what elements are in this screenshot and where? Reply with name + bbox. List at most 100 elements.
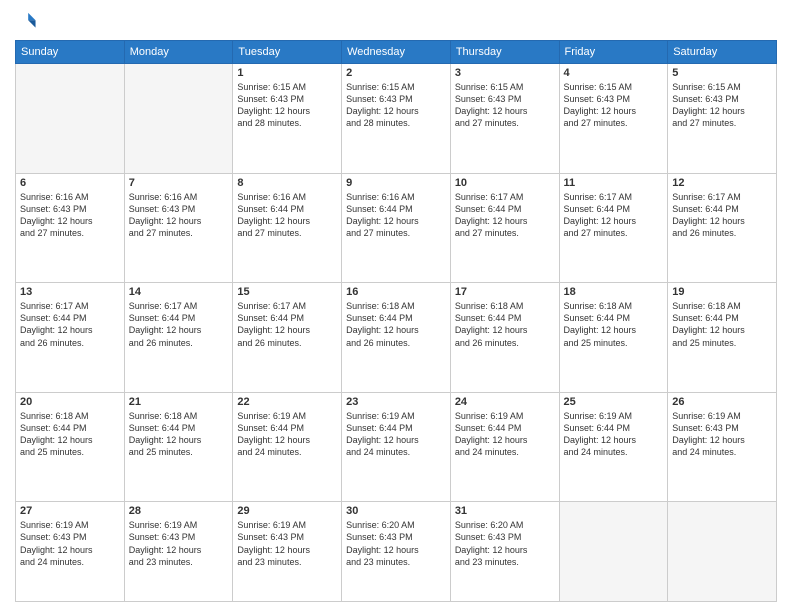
day-info: Sunrise: 6:18 AM Sunset: 6:44 PM Dayligh… bbox=[455, 300, 555, 349]
day-info: Sunrise: 6:18 AM Sunset: 6:44 PM Dayligh… bbox=[129, 410, 229, 459]
day-number: 29 bbox=[237, 505, 337, 517]
day-number: 14 bbox=[129, 286, 229, 298]
calendar-cell: 25 Sunrise: 6:19 AM Sunset: 6:44 PM Dayli… bbox=[559, 392, 668, 502]
day-info: Sunrise: 6:15 AM Sunset: 6:43 PM Dayligh… bbox=[455, 81, 555, 130]
day-info: Sunrise: 6:17 AM Sunset: 6:44 PM Dayligh… bbox=[455, 191, 555, 240]
weekday-header-tuesday: Tuesday bbox=[233, 41, 342, 64]
day-number: 1 bbox=[237, 67, 337, 79]
calendar-cell: 20Sunrise: 6:18 AM Sunset: 6:44 PM Dayli… bbox=[16, 392, 125, 502]
day-number: 12 bbox=[672, 177, 772, 189]
calendar-cell: 9Sunrise: 6:16 AM Sunset: 6:44 PM Daylig… bbox=[342, 173, 451, 283]
day-info: Sunrise: 6:15 AM Sunset: 6:43 PM Dayligh… bbox=[564, 81, 664, 130]
calendar-week-4: 20Sunrise: 6:18 AM Sunset: 6:44 PM Dayli… bbox=[16, 392, 777, 502]
logo bbox=[15, 10, 39, 32]
calendar-cell: 29 Sunrise: 6:19 AM Sunset: 6:43 PM Dayli… bbox=[233, 502, 342, 602]
day-number: 7 bbox=[129, 177, 229, 189]
day-number: 22 bbox=[237, 396, 337, 408]
day-info: Sunrise: 6:20 AM Sunset: 6:43 PM Dayligh… bbox=[346, 519, 446, 568]
calendar-cell: 4 Sunrise: 6:15 AM Sunset: 6:43 PM Daylig… bbox=[559, 64, 668, 174]
calendar-cell: 13Sunrise: 6:17 AM Sunset: 6:44 PM Dayli… bbox=[16, 283, 125, 393]
day-number: 21 bbox=[129, 396, 229, 408]
calendar-cell: 17Sunrise: 6:18 AM Sunset: 6:44 PM Dayli… bbox=[450, 283, 559, 393]
day-number: 23 bbox=[346, 396, 446, 408]
day-info: Sunrise: 6:19 AM Sunset: 6:44 PM Dayligh… bbox=[237, 410, 337, 459]
calendar-cell: 12 Sunrise: 6:17 AM Sunset: 6:44 PM Dayli… bbox=[668, 173, 777, 283]
day-number: 27 bbox=[20, 505, 120, 517]
day-info: Sunrise: 6:16 AM Sunset: 6:43 PM Dayligh… bbox=[129, 191, 229, 240]
day-info: Sunrise: 6:19 AM Sunset: 6:43 PM Dayligh… bbox=[237, 519, 337, 568]
weekday-header-row: SundayMondayTuesdayWednesdayThursdayFrid… bbox=[16, 41, 777, 64]
calendar-cell: 21 Sunrise: 6:18 AM Sunset: 6:44 PM Dayli… bbox=[124, 392, 233, 502]
calendar-week-1: 1 Sunrise: 6:15 AM Sunset: 6:43 PM Daylig… bbox=[16, 64, 777, 174]
calendar-week-2: 6Sunrise: 6:16 AM Sunset: 6:43 PM Daylig… bbox=[16, 173, 777, 283]
calendar-cell: 22 Sunrise: 6:19 AM Sunset: 6:44 PM Dayli… bbox=[233, 392, 342, 502]
day-info: Sunrise: 6:19 AM Sunset: 6:44 PM Dayligh… bbox=[455, 410, 555, 459]
calendar-cell: 24 Sunrise: 6:19 AM Sunset: 6:44 PM Dayli… bbox=[450, 392, 559, 502]
calendar-cell: 3Sunrise: 6:15 AM Sunset: 6:43 PM Daylig… bbox=[450, 64, 559, 174]
day-info: Sunrise: 6:18 AM Sunset: 6:44 PM Dayligh… bbox=[20, 410, 120, 459]
day-number: 30 bbox=[346, 505, 446, 517]
day-info: Sunrise: 6:15 AM Sunset: 6:43 PM Dayligh… bbox=[672, 81, 772, 130]
calendar-cell: 10Sunrise: 6:17 AM Sunset: 6:44 PM Dayli… bbox=[450, 173, 559, 283]
day-number: 16 bbox=[346, 286, 446, 298]
calendar-cell: 2 Sunrise: 6:15 AM Sunset: 6:43 PM Daylig… bbox=[342, 64, 451, 174]
weekday-header-sunday: Sunday bbox=[16, 41, 125, 64]
day-number: 4 bbox=[564, 67, 664, 79]
calendar-cell: 30 Sunrise: 6:20 AM Sunset: 6:43 PM Dayli… bbox=[342, 502, 451, 602]
calendar-week-5: 27 Sunrise: 6:19 AM Sunset: 6:43 PM Dayli… bbox=[16, 502, 777, 602]
calendar-cell: 14 Sunrise: 6:17 AM Sunset: 6:44 PM Dayli… bbox=[124, 283, 233, 393]
day-number: 25 bbox=[564, 396, 664, 408]
calendar-cell: 1 Sunrise: 6:15 AM Sunset: 6:43 PM Daylig… bbox=[233, 64, 342, 174]
calendar-cell: 16 Sunrise: 6:18 AM Sunset: 6:44 PM Dayli… bbox=[342, 283, 451, 393]
day-number: 5 bbox=[672, 67, 772, 79]
weekday-header-monday: Monday bbox=[124, 41, 233, 64]
day-info: Sunrise: 6:15 AM Sunset: 6:43 PM Dayligh… bbox=[346, 81, 446, 130]
day-number: 28 bbox=[129, 505, 229, 517]
calendar-cell: 23 Sunrise: 6:19 AM Sunset: 6:44 PM Dayli… bbox=[342, 392, 451, 502]
day-info: Sunrise: 6:18 AM Sunset: 6:44 PM Dayligh… bbox=[346, 300, 446, 349]
day-number: 2 bbox=[346, 67, 446, 79]
calendar-cell: 6Sunrise: 6:16 AM Sunset: 6:43 PM Daylig… bbox=[16, 173, 125, 283]
day-info: Sunrise: 6:18 AM Sunset: 6:44 PM Dayligh… bbox=[672, 300, 772, 349]
calendar-cell bbox=[16, 64, 125, 174]
day-info: Sunrise: 6:19 AM Sunset: 6:44 PM Dayligh… bbox=[346, 410, 446, 459]
calendar-cell: 15 Sunrise: 6:17 AM Sunset: 6:44 PM Dayli… bbox=[233, 283, 342, 393]
calendar-cell: 28 Sunrise: 6:19 AM Sunset: 6:43 PM Dayli… bbox=[124, 502, 233, 602]
weekday-header-wednesday: Wednesday bbox=[342, 41, 451, 64]
day-number: 11 bbox=[564, 177, 664, 189]
calendar-table: SundayMondayTuesdayWednesdayThursdayFrid… bbox=[15, 40, 777, 602]
logo-icon bbox=[15, 10, 37, 32]
calendar-cell bbox=[124, 64, 233, 174]
page: SundayMondayTuesdayWednesdayThursdayFrid… bbox=[0, 0, 792, 612]
day-number: 8 bbox=[237, 177, 337, 189]
day-info: Sunrise: 6:17 AM Sunset: 6:44 PM Dayligh… bbox=[237, 300, 337, 349]
header bbox=[15, 10, 777, 32]
day-number: 31 bbox=[455, 505, 555, 517]
calendar-cell bbox=[668, 502, 777, 602]
day-info: Sunrise: 6:17 AM Sunset: 6:44 PM Dayligh… bbox=[672, 191, 772, 240]
day-number: 24 bbox=[455, 396, 555, 408]
day-info: Sunrise: 6:17 AM Sunset: 6:44 PM Dayligh… bbox=[129, 300, 229, 349]
calendar-cell: 18 Sunrise: 6:18 AM Sunset: 6:44 PM Dayli… bbox=[559, 283, 668, 393]
day-info: Sunrise: 6:16 AM Sunset: 6:43 PM Dayligh… bbox=[20, 191, 120, 240]
day-info: Sunrise: 6:20 AM Sunset: 6:43 PM Dayligh… bbox=[455, 519, 555, 568]
calendar-cell: 31 Sunrise: 6:20 AM Sunset: 6:43 PM Dayli… bbox=[450, 502, 559, 602]
calendar-week-3: 13Sunrise: 6:17 AM Sunset: 6:44 PM Dayli… bbox=[16, 283, 777, 393]
day-info: Sunrise: 6:16 AM Sunset: 6:44 PM Dayligh… bbox=[237, 191, 337, 240]
day-info: Sunrise: 6:18 AM Sunset: 6:44 PM Dayligh… bbox=[564, 300, 664, 349]
day-number: 18 bbox=[564, 286, 664, 298]
weekday-header-friday: Friday bbox=[559, 41, 668, 64]
day-info: Sunrise: 6:19 AM Sunset: 6:43 PM Dayligh… bbox=[20, 519, 120, 568]
day-number: 19 bbox=[672, 286, 772, 298]
calendar-cell: 27 Sunrise: 6:19 AM Sunset: 6:43 PM Dayli… bbox=[16, 502, 125, 602]
day-info: Sunrise: 6:19 AM Sunset: 6:43 PM Dayligh… bbox=[129, 519, 229, 568]
day-number: 15 bbox=[237, 286, 337, 298]
weekday-header-thursday: Thursday bbox=[450, 41, 559, 64]
day-info: Sunrise: 6:19 AM Sunset: 6:44 PM Dayligh… bbox=[564, 410, 664, 459]
weekday-header-saturday: Saturday bbox=[668, 41, 777, 64]
day-info: Sunrise: 6:19 AM Sunset: 6:43 PM Dayligh… bbox=[672, 410, 772, 459]
day-info: Sunrise: 6:15 AM Sunset: 6:43 PM Dayligh… bbox=[237, 81, 337, 130]
calendar-cell: 19 Sunrise: 6:18 AM Sunset: 6:44 PM Dayli… bbox=[668, 283, 777, 393]
day-number: 26 bbox=[672, 396, 772, 408]
calendar-cell: 5 Sunrise: 6:15 AM Sunset: 6:43 PM Daylig… bbox=[668, 64, 777, 174]
